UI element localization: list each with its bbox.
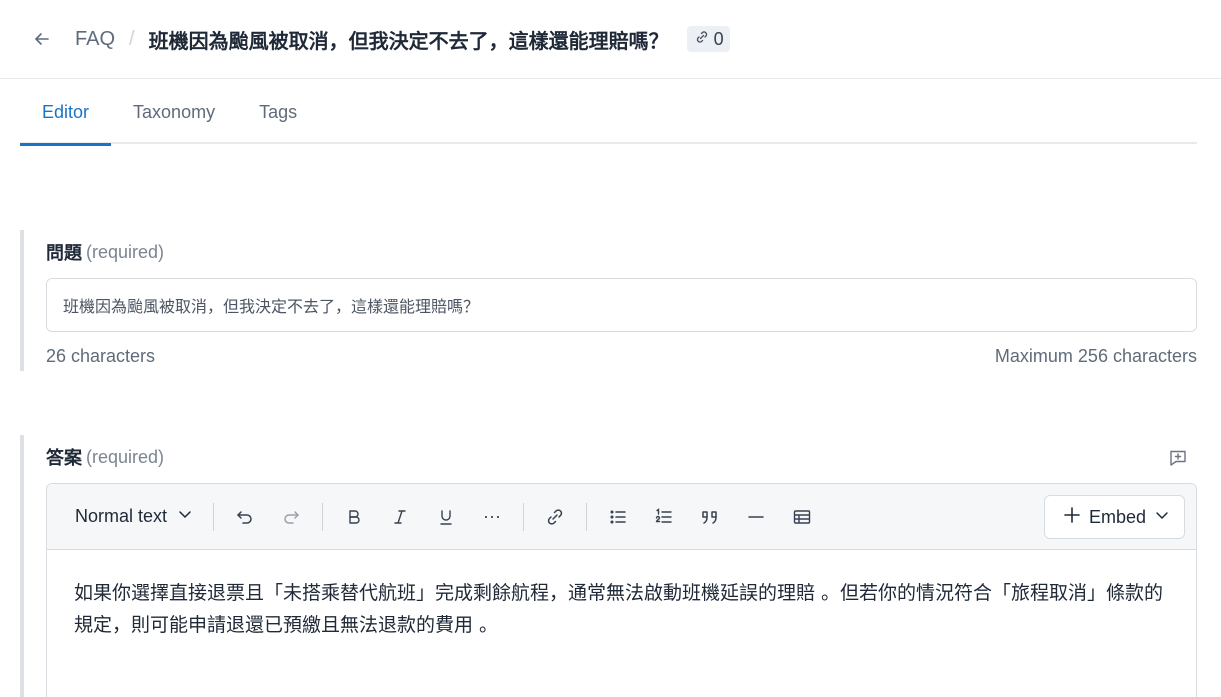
bullet-list-icon[interactable] [595, 497, 641, 537]
question-char-counts: 26 characters Maximum 256 characters [46, 346, 1197, 367]
toolbar-divider [213, 502, 215, 531]
max-char-count: Maximum 256 characters [994, 346, 1197, 366]
link-count: 0 [713, 28, 724, 49]
tab-editor[interactable]: Editor [20, 80, 112, 146]
question-field: 問題 (required) 班機因為颱風被取消，但我決定不去了，這樣還能理賠嗎？… [20, 230, 1197, 371]
answer-content[interactable]: 如果你選擇直接退票且「未搭乘替代航班」完成剩餘航程，通常無法啟動班機延誤的理賠 … [47, 550, 1196, 697]
toolbar-divider [586, 502, 588, 531]
chevron-down-icon [1154, 507, 1170, 528]
add-comment-icon[interactable] [1167, 447, 1189, 469]
redo-icon[interactable] [268, 497, 314, 537]
link-icon[interactable] [532, 497, 578, 537]
answer-field: 答案 (required) Normal text ··· Embed 如果你選… [20, 435, 1197, 697]
answer-editor: Normal text ··· Embed 如果你選擇直接退票且「未搭乘替代航班… [46, 483, 1197, 697]
italic-icon[interactable] [377, 497, 423, 537]
horizontal-rule-icon[interactable] [733, 497, 779, 537]
link-count-badge[interactable]: 0 [686, 26, 730, 52]
breadcrumb-separator: / [129, 27, 135, 50]
tab-tags[interactable]: Tags [237, 80, 319, 144]
answer-label-row: 答案 (required) [46, 435, 1197, 479]
answer-label: 答案 [46, 448, 82, 468]
more-glyph: ··· [483, 506, 502, 526]
more-formatting-icon[interactable]: ··· [469, 497, 515, 537]
link-icon [694, 29, 710, 50]
question-input[interactable]: 班機因為颱風被取消，但我決定不去了，這樣還能理賠嗎？ [46, 278, 1197, 332]
question-required: (required) [86, 241, 165, 262]
tab-taxonomy[interactable]: Taxonomy [111, 80, 237, 144]
editor-toolbar: Normal text ··· Embed [47, 484, 1196, 550]
embed-label: Embed [1088, 506, 1146, 527]
text-style-label: Normal text [75, 506, 168, 526]
bold-icon[interactable] [331, 497, 377, 537]
embed-button[interactable]: Embed [1043, 495, 1185, 539]
tab-bar: Editor Taxonomy Tags [20, 80, 1197, 146]
plus-icon [1063, 506, 1081, 529]
page-title: 班機因為颱風被取消，但我決定不去了，這樣還能理賠嗎？ [148, 30, 669, 53]
question-label: 問題 [46, 243, 82, 263]
numbered-list-icon[interactable] [641, 497, 687, 537]
page-header: FAQ / 班機因為颱風被取消，但我決定不去了，這樣還能理賠嗎？ 0 [0, 0, 1221, 79]
table-icon[interactable] [779, 497, 825, 537]
toolbar-divider [523, 502, 525, 531]
char-count: 26 characters [46, 346, 156, 366]
breadcrumb-faq[interactable]: FAQ [75, 28, 115, 51]
underline-icon[interactable] [423, 497, 469, 537]
answer-required: (required) [86, 446, 165, 467]
back-arrow-icon[interactable] [30, 27, 54, 51]
text-style-dropdown[interactable]: Normal text [63, 497, 205, 537]
undo-icon[interactable] [222, 497, 268, 537]
chevron-down-icon [177, 506, 193, 527]
toolbar-divider [322, 502, 324, 531]
quote-icon[interactable] [687, 497, 733, 537]
question-label-row: 問題 (required) [46, 230, 1197, 274]
